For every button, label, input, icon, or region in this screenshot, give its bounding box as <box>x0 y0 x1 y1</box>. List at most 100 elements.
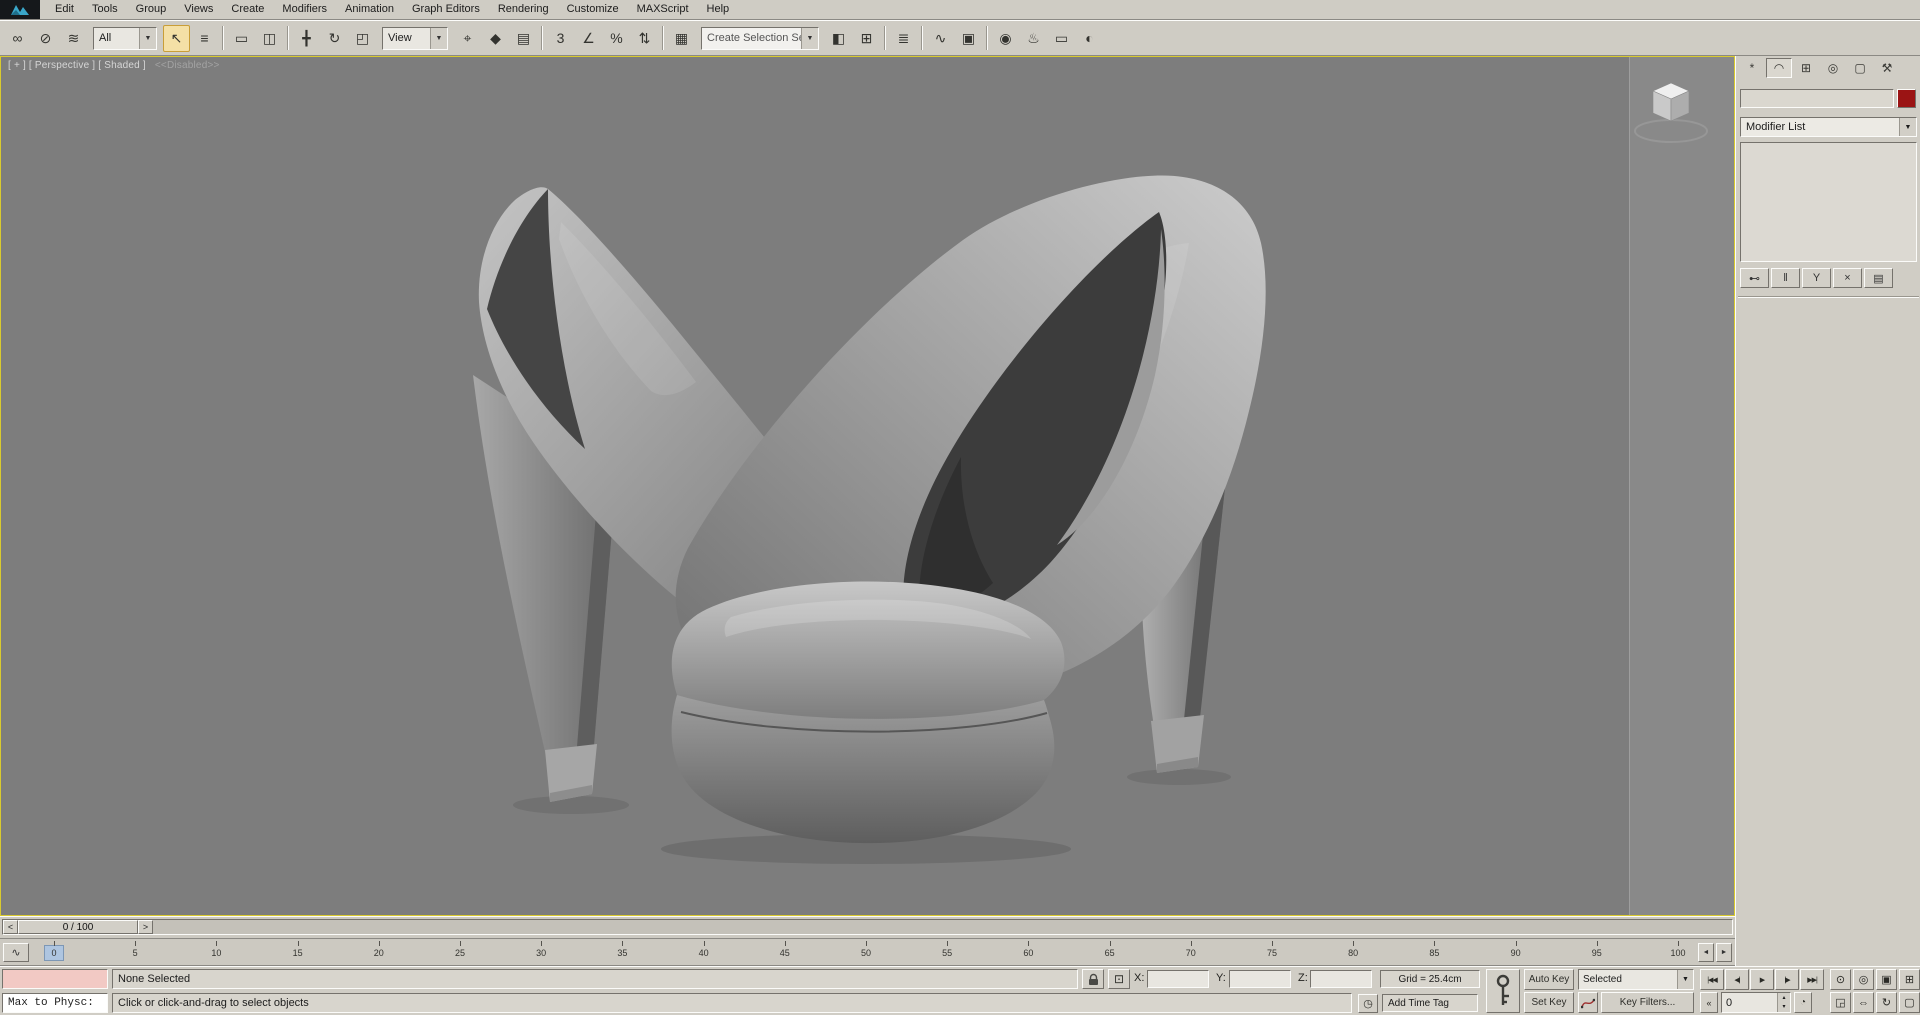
menu-edit[interactable]: Edit <box>46 0 83 19</box>
menu-customize[interactable]: Customize <box>558 0 628 19</box>
menu-graph-editors[interactable]: Graph Editors <box>403 0 489 19</box>
modifier-stack-list[interactable] <box>1740 142 1917 262</box>
schematic-view-button[interactable]: ▣ <box>955 25 982 52</box>
x-coordinate-field[interactable] <box>1147 970 1209 988</box>
hierarchy-tab-button[interactable]: ⊞ <box>1793 58 1819 78</box>
menu-maxscript[interactable]: MAXScript <box>628 0 698 19</box>
modify-tab-button[interactable]: ◠ <box>1766 58 1792 78</box>
select-and-uniform-scale-button[interactable]: ◰ <box>349 25 376 52</box>
viewport-label[interactable]: [ + ] [ Perspective ] [ Shaded ] <<Disab… <box>8 60 220 71</box>
render-setup-button[interactable]: ♨ <box>1020 25 1047 52</box>
utilities-tab-button[interactable]: ⚒ <box>1874 58 1900 78</box>
previous-frame-button[interactable]: ◀| <box>1725 969 1749 990</box>
select-object-button[interactable]: ↖ <box>163 24 190 52</box>
current-frame-field[interactable] <box>1722 993 1777 1012</box>
menu-modifiers[interactable]: Modifiers <box>273 0 336 19</box>
trackbar-forward-button[interactable]: ► <box>1716 943 1732 962</box>
motion-tab-button[interactable]: ◎ <box>1820 58 1846 78</box>
rendered-frame-window-button[interactable]: ▭ <box>1048 25 1075 52</box>
play-button[interactable]: ▶ <box>1750 969 1774 990</box>
spinner-snap-toggle-button[interactable]: ⇅ <box>631 25 658 52</box>
add-time-tag-field[interactable]: Add Time Tag <box>1382 994 1478 1012</box>
maxscript-listener-line[interactable]: Max to Physc: <box>2 993 108 1013</box>
trackbar-back-button[interactable]: ◄ <box>1698 943 1714 962</box>
maximize-viewport-toggle-button[interactable]: ▢ <box>1899 992 1920 1013</box>
modifier-list-dropdown[interactable]: Modifier List ▼ <box>1740 117 1917 137</box>
configure-modifier-sets-button[interactable]: ▤ <box>1864 268 1893 288</box>
time-tag-icon-button[interactable]: ◷ <box>1358 994 1378 1013</box>
snaps-toggle-button[interactable]: 3 <box>547 25 574 52</box>
window-crossing-button[interactable]: ◫ <box>256 25 283 52</box>
zoom-button[interactable]: ⊙ <box>1830 969 1851 990</box>
object-name-field[interactable] <box>1740 89 1894 108</box>
application-button[interactable] <box>0 0 40 19</box>
frame-spinner-down-button[interactable]: ▾ <box>1778 1002 1790 1012</box>
layer-manager-button[interactable]: ≣ <box>890 25 917 52</box>
key-filters-button[interactable]: Key Filters... <box>1601 992 1694 1013</box>
orbit-button[interactable]: ↻ <box>1876 992 1897 1013</box>
time-slider-track[interactable]: < 0 / 100 > <box>2 919 1733 935</box>
go-to-end-button[interactable]: ▶▶| <box>1800 969 1824 990</box>
key-set-dropdown[interactable]: Selected ▼ <box>1578 969 1694 990</box>
bind-to-space-warp-button[interactable]: ≋ <box>60 25 87 52</box>
set-keys-button[interactable] <box>1486 969 1520 1013</box>
material-editor-button[interactable]: ◉ <box>992 25 1019 52</box>
unlink-selection-button[interactable]: ⊘ <box>32 25 59 52</box>
select-and-rotate-button[interactable]: ↻ <box>321 25 348 52</box>
select-and-manipulate-button[interactable]: ◆ <box>482 25 509 52</box>
pan-button[interactable]: ⇔ <box>1853 992 1874 1013</box>
menu-rendering[interactable]: Rendering <box>489 0 558 19</box>
select-and-link-button[interactable]: ∞ <box>4 25 31 52</box>
absolute-mode-toggle-button[interactable]: ⊡ <box>1108 969 1130 989</box>
keyboard-shortcut-override-button[interactable]: ▤ <box>510 25 537 52</box>
auto-key-button[interactable]: Auto Key <box>1524 969 1574 990</box>
select-by-name-button[interactable]: ≡ <box>191 25 218 52</box>
selection-filter-dropdown[interactable]: All ▼ <box>93 26 157 50</box>
selection-lock-toggle-button[interactable] <box>1082 969 1104 989</box>
default-in-out-tangents-button[interactable] <box>1578 992 1598 1013</box>
menu-create[interactable]: Create <box>222 0 273 19</box>
z-coordinate-field[interactable] <box>1310 970 1372 988</box>
next-frame-button[interactable]: |▶ <box>1775 969 1799 990</box>
remove-modifier-button[interactable]: × <box>1833 268 1862 288</box>
view-cube[interactable] <box>1626 69 1716 149</box>
named-selection-sets-combo[interactable]: Create Selection Se ▼ <box>701 26 819 50</box>
menu-animation[interactable]: Animation <box>336 0 403 19</box>
show-end-result-button[interactable]: ǁ <box>1771 268 1800 288</box>
display-tab-button[interactable]: ▢ <box>1847 58 1873 78</box>
menu-views[interactable]: Views <box>175 0 222 19</box>
object-color-swatch[interactable] <box>1897 89 1916 108</box>
reference-coordinate-system-dropdown[interactable]: View ▼ <box>382 26 448 50</box>
time-configuration-button[interactable]: ◔ <box>1794 992 1812 1013</box>
zoom-all-button[interactable]: ◎ <box>1853 969 1874 990</box>
percent-snap-toggle-button[interactable]: % <box>603 25 630 52</box>
time-slider-handle[interactable]: 0 / 100 <box>18 920 138 934</box>
frame-spinner-up-button[interactable]: ▴ <box>1778 993 1790 1003</box>
track-bar[interactable]: ∿ 0 5 10 15 20 25 30 35 40 45 50 55 60 65 70 75 80 85 90 95… <box>0 938 1735 966</box>
go-to-start-button[interactable]: |◀◀ <box>1700 969 1724 990</box>
next-frame-arrow-button[interactable]: > <box>138 920 153 934</box>
pin-stack-button[interactable]: ⊷ <box>1740 268 1769 288</box>
y-coordinate-field[interactable] <box>1229 970 1291 988</box>
previous-frame-arrow-button[interactable]: < <box>3 920 18 934</box>
zoom-extents-button[interactable]: ▣ <box>1876 969 1897 990</box>
zoom-extents-all-button[interactable]: ⊞ <box>1899 969 1920 990</box>
mirror-button[interactable]: ◧ <box>825 25 852 52</box>
curve-editor-button[interactable]: ∿ <box>927 25 954 52</box>
use-pivot-point-center-button[interactable]: ⌖ <box>454 25 481 52</box>
edit-named-selection-sets-button[interactable]: ▦ <box>668 25 695 52</box>
angle-snap-toggle-button[interactable]: ∠ <box>575 25 602 52</box>
set-key-button[interactable]: Set Key <box>1524 992 1574 1013</box>
maxscript-macro-recorder-line[interactable] <box>2 969 108 989</box>
menu-help[interactable]: Help <box>698 0 739 19</box>
create-tab-button[interactable]: * <box>1739 58 1765 78</box>
menu-tools[interactable]: Tools <box>83 0 127 19</box>
align-button[interactable]: ⊞ <box>853 25 880 52</box>
zoom-region-button[interactable]: ◲ <box>1830 992 1851 1013</box>
rectangular-selection-region-button[interactable]: ▭ <box>228 25 255 52</box>
key-mode-toggle-button[interactable]: « <box>1700 992 1718 1013</box>
perspective-viewport[interactable]: [ + ] [ Perspective ] [ Shaded ] <<Disab… <box>0 56 1735 916</box>
select-and-move-button[interactable]: ╋ <box>293 25 320 52</box>
menu-group[interactable]: Group <box>127 0 176 19</box>
make-unique-button[interactable]: Y <box>1802 268 1831 288</box>
